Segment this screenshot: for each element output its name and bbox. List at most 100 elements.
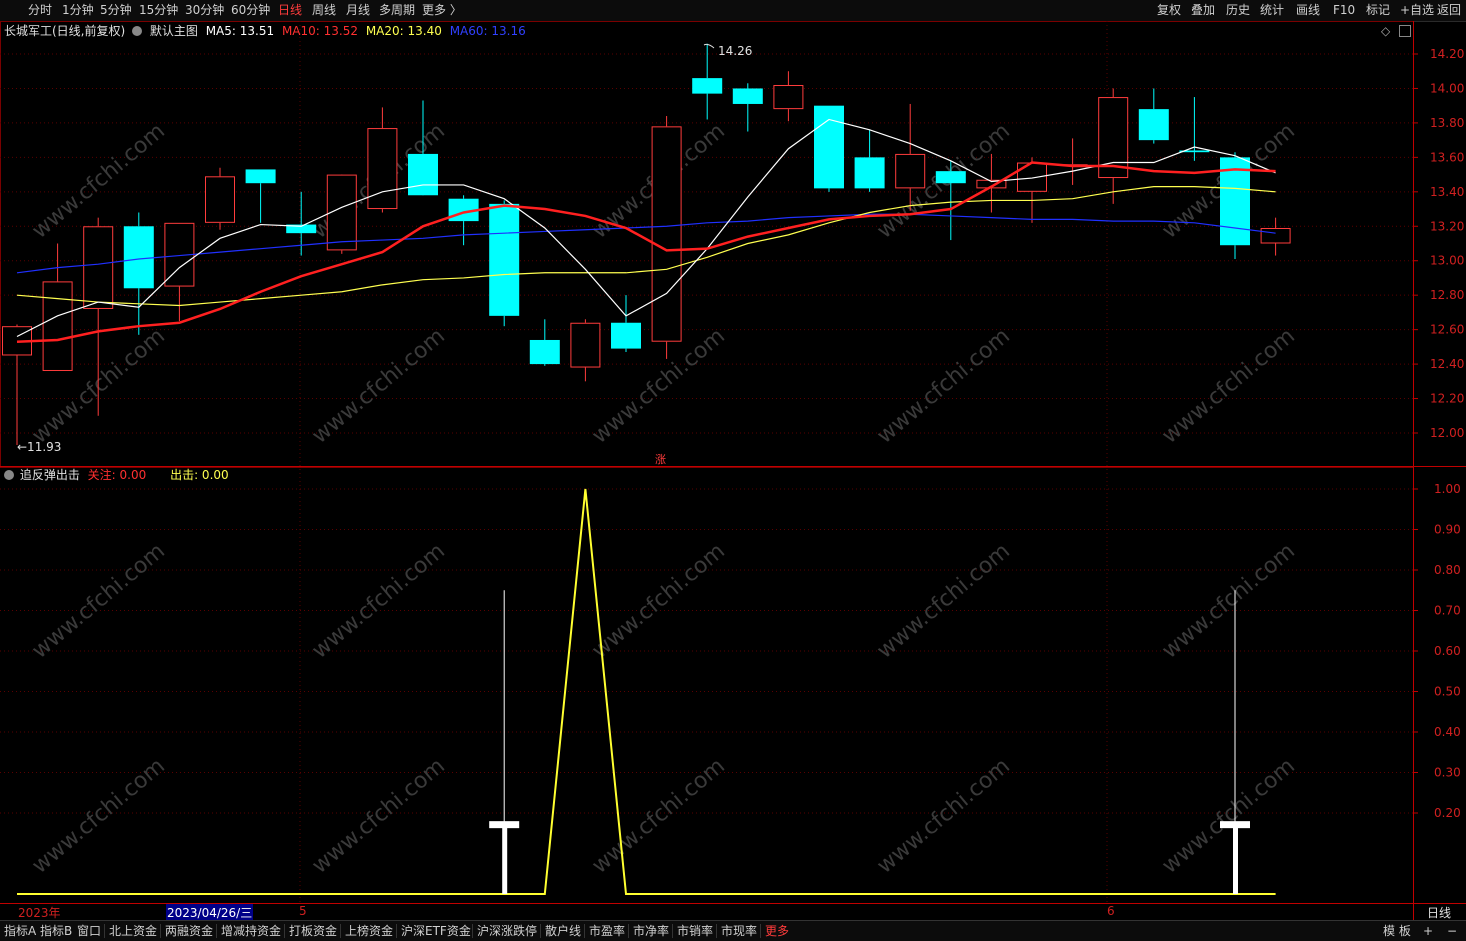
candle-body-down xyxy=(854,157,885,189)
bottom-tab-holdings[interactable]: 增减持资金 xyxy=(221,922,281,940)
period-label: 日线 xyxy=(1427,906,1452,920)
cursor-date-label: 2023/04/26/三 xyxy=(166,904,254,921)
ma60-value: MA60: 13.16 xyxy=(449,24,526,38)
candle-body-down xyxy=(408,153,438,196)
candle-body-down xyxy=(611,322,641,349)
bottom-tab-etf[interactable]: 沪深ETF资金 xyxy=(401,922,471,940)
overlay-button[interactable]: 叠加 xyxy=(1191,2,1215,19)
separator xyxy=(396,924,397,938)
indicator-tick-label: 0.20 xyxy=(1434,806,1461,820)
ma60-line xyxy=(16,213,1276,274)
zoom-out-button[interactable]: − xyxy=(1447,922,1457,940)
candle-body-up xyxy=(570,322,601,368)
tab-more[interactable]: 更多 〉 xyxy=(422,2,462,19)
bottom-tab-more[interactable]: 更多 xyxy=(765,922,789,940)
tab-daily[interactable]: 日线 xyxy=(278,2,302,19)
bottom-indicator-bar: 指标A 指标B 窗口 北上资金 两融资金 增减持资金 打板资金 上榜资金 沪深E… xyxy=(0,920,1466,941)
price-tick-label: 14.20 xyxy=(1430,47,1464,61)
ma5-line xyxy=(16,118,1276,338)
template-name[interactable]: 默认主图 xyxy=(150,24,198,38)
period-toolbar: 分时 1分钟 5分钟 15分钟 30分钟 60分钟 日线 周线 月线 多周期 更… xyxy=(0,0,1466,22)
add-watchlist-button[interactable]: +自选 xyxy=(1400,2,1434,19)
candle-body-up xyxy=(42,281,73,371)
separator xyxy=(716,924,717,938)
high-price-label: 14.26 xyxy=(718,44,752,58)
chuji-signal-stem xyxy=(1233,825,1238,894)
zoom-in-button[interactable]: + xyxy=(1423,922,1433,940)
template-button[interactable]: 模 板 xyxy=(1383,922,1411,940)
diamond-icon[interactable]: ◇ xyxy=(1381,24,1390,38)
separator xyxy=(472,924,473,938)
tab-multi-period[interactable]: 多周期 xyxy=(379,2,415,19)
tab-5min[interactable]: 5分钟 xyxy=(100,2,132,19)
bottom-tab-pe[interactable]: 市盈率 xyxy=(589,922,625,940)
draw-line-button[interactable]: 画线 xyxy=(1296,2,1320,19)
stock-name[interactable]: 长城军工(日线,前复权) xyxy=(4,24,125,38)
price-tick-label: 12.20 xyxy=(1430,392,1464,406)
stats-button[interactable]: 统计 xyxy=(1260,2,1284,19)
zhang-marker: 涨 xyxy=(655,453,666,466)
separator xyxy=(760,924,761,938)
tab-fenshi[interactable]: 分时 xyxy=(28,2,52,19)
indicator-tick-label: 0.90 xyxy=(1434,523,1461,537)
price-tick-label: 13.60 xyxy=(1430,150,1464,164)
tab-monthly[interactable]: 月线 xyxy=(346,2,370,19)
watermark-text: www.cfchi.com xyxy=(873,754,1015,879)
mark-button[interactable]: 标记 xyxy=(1366,2,1390,19)
month-june-label: 6 xyxy=(1107,904,1115,918)
chuji-value: 出击: 0.00 xyxy=(170,468,229,482)
low-price-label: ←11.93 xyxy=(17,440,61,454)
tab-15min[interactable]: 15分钟 xyxy=(139,2,178,19)
price-axis: 14.20 14.00 13.80 13.60 13.40 13.20 13.00 12.80… xyxy=(1413,47,1464,440)
bottom-tab-limitup[interactable]: 打板资金 xyxy=(289,922,337,940)
candle-body-down xyxy=(692,78,723,94)
chuji-signal-stem xyxy=(502,825,508,894)
watermark-text: www.cfchi.com xyxy=(588,539,730,664)
candle-body-up xyxy=(205,176,235,223)
indicator-tick-label: 0.40 xyxy=(1434,725,1461,739)
bottom-tab-pb[interactable]: 市净率 xyxy=(633,922,669,940)
indicator-toggle-icon[interactable] xyxy=(4,470,14,480)
watermark-text: www.cfchi.com xyxy=(28,119,170,244)
bottom-tab-ps[interactable]: 市销率 xyxy=(677,922,713,940)
bottom-tab-margin[interactable]: 两融资金 xyxy=(165,922,213,940)
bottom-tab-toplist[interactable]: 上榜资金 xyxy=(345,922,393,940)
candle-body-up xyxy=(367,128,398,210)
separator xyxy=(104,924,105,938)
separator xyxy=(340,924,341,938)
history-button[interactable]: 历史 xyxy=(1226,2,1250,19)
candle-body-up xyxy=(1260,227,1291,244)
indicator-tick-label: 1.00 xyxy=(1434,482,1461,496)
tab-1min[interactable]: 1分钟 xyxy=(62,2,94,19)
bottom-tab-retail[interactable]: 散户线 xyxy=(545,922,581,940)
indicator-tick-label: 0.60 xyxy=(1434,644,1461,658)
fuquan-button[interactable]: 复权 xyxy=(1157,2,1181,19)
bottom-tab-window[interactable]: 窗口 xyxy=(77,922,101,940)
indicator-tick-label: 0.50 xyxy=(1434,685,1461,699)
month-may-label: 5 xyxy=(299,904,307,918)
tab-60min[interactable]: 60分钟 xyxy=(231,2,270,19)
separator xyxy=(628,924,629,938)
candle-body-up xyxy=(651,126,682,342)
bottom-tab-indicator-a[interactable]: 指标A xyxy=(4,922,36,940)
separator xyxy=(540,924,541,938)
tab-weekly[interactable]: 周线 xyxy=(312,2,336,19)
bottom-tab-updown[interactable]: 沪深涨跌停 xyxy=(477,922,537,940)
back-button[interactable]: 返回 xyxy=(1437,2,1461,19)
tab-30min[interactable]: 30分钟 xyxy=(185,2,224,19)
price-tick-label: 12.00 xyxy=(1430,426,1464,440)
price-tick-label: 14.00 xyxy=(1430,81,1464,95)
separator xyxy=(584,924,585,938)
candle-body-up xyxy=(773,85,804,110)
bottom-tab-indicator-b[interactable]: 指标B xyxy=(40,922,72,940)
candle-body-down xyxy=(732,88,763,104)
indicator-name[interactable]: 追反弹出击 xyxy=(20,468,80,482)
f10-button[interactable]: F10 xyxy=(1333,2,1355,19)
price-tick-label: 13.80 xyxy=(1430,116,1464,130)
bottom-tab-pcf[interactable]: 市现率 xyxy=(721,922,757,940)
window-icon[interactable] xyxy=(1399,25,1411,37)
bottom-tab-northbound[interactable]: 北上资金 xyxy=(109,922,157,940)
legend-toggle-icon[interactable] xyxy=(132,26,143,36)
separator xyxy=(216,924,217,938)
guanzhu-value: 关注: 0.00 xyxy=(87,468,147,482)
